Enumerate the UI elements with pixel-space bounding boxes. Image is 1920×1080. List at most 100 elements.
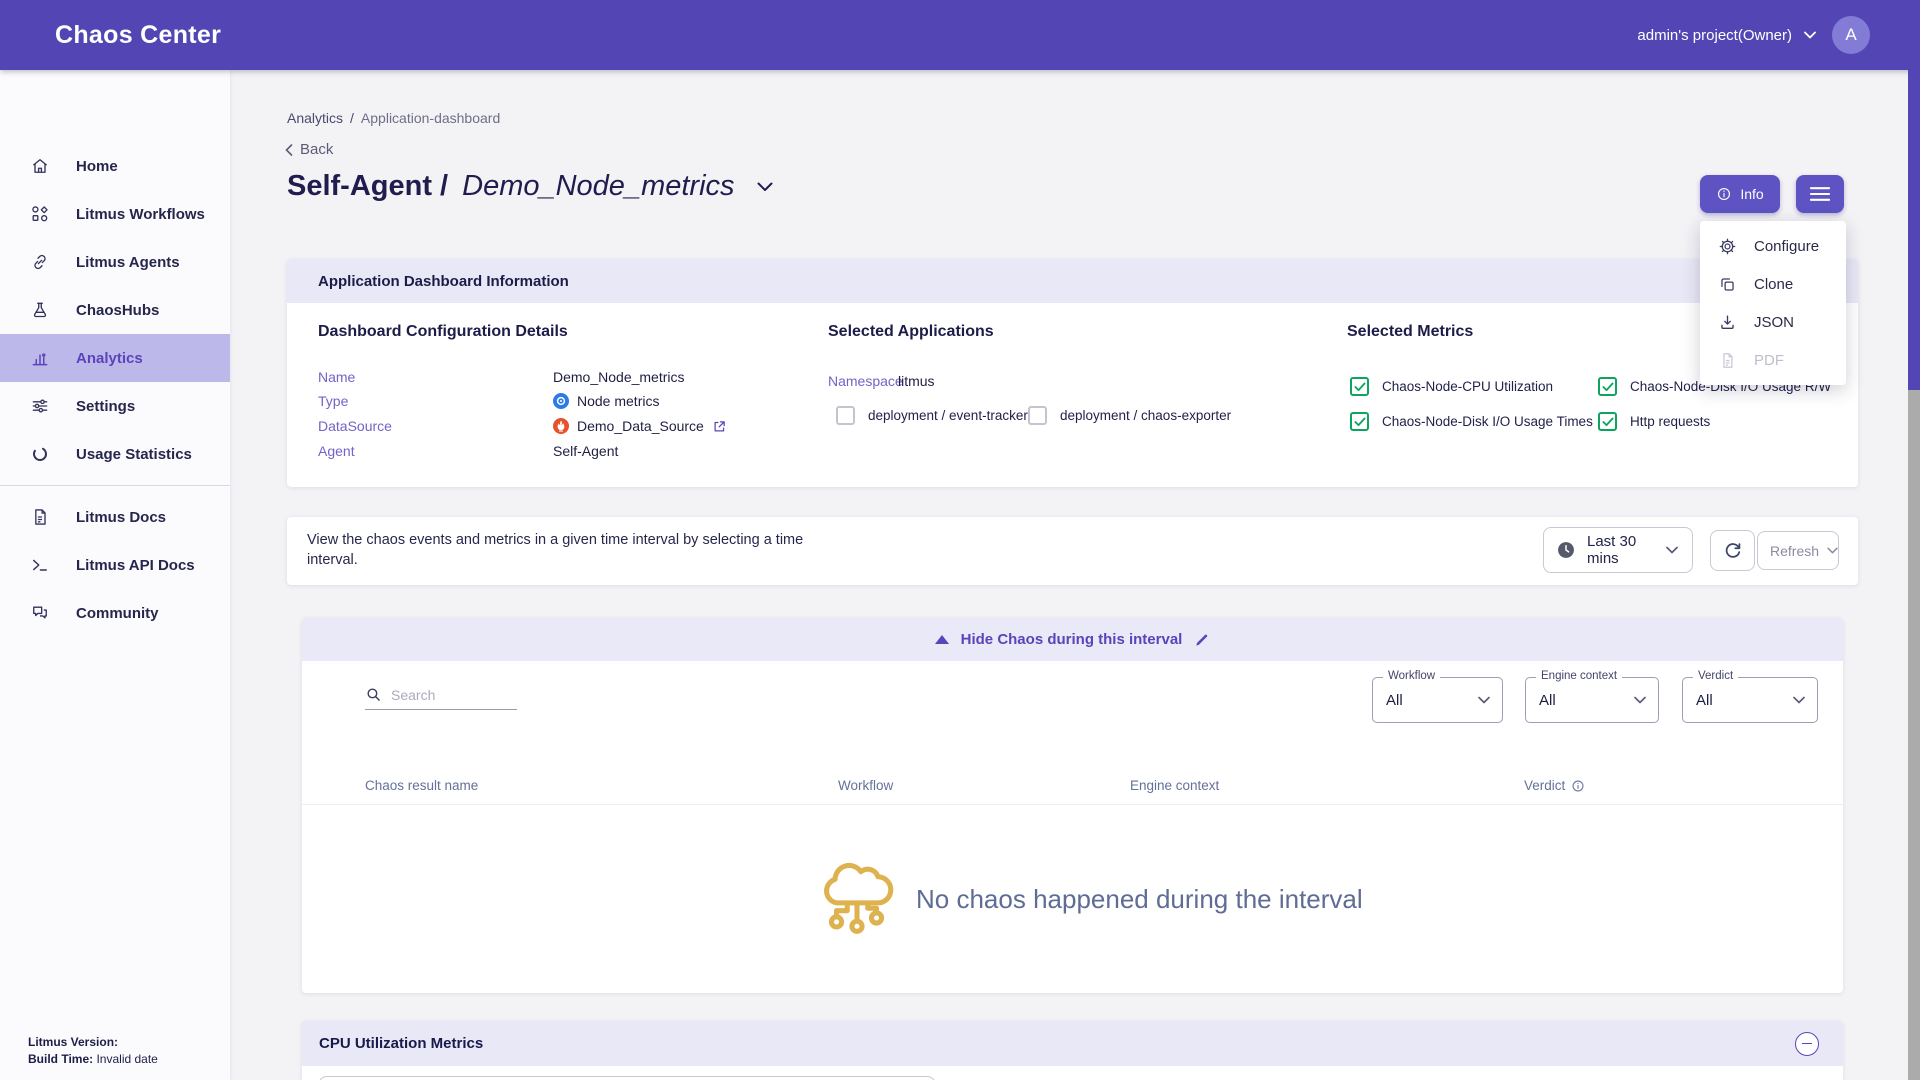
refresh-icon <box>1722 540 1744 562</box>
actions-dropdown-menu: Configure Clone JSON PDF <box>1700 221 1846 385</box>
sidebar-item-chaoshubs[interactable]: ChaosHubs <box>0 286 230 334</box>
application-checkbox-row: deployment / chaos-exporter <box>1028 406 1231 425</box>
version-info: Litmus Version: Build Time: Invalid date <box>28 1034 158 1068</box>
sidebar-item-litmus-workflows[interactable]: Litmus Workflows <box>0 190 230 238</box>
cpu-panel-header: CPU Utilization Metrics <box>302 1021 1843 1066</box>
agents-icon <box>30 252 50 272</box>
sidebar-divider <box>0 485 230 486</box>
clock-icon <box>1556 540 1576 560</box>
chevron-down-icon <box>1827 547 1838 554</box>
pencil-icon[interactable] <box>1194 632 1210 648</box>
engine-context-filter-select[interactable]: Engine context All <box>1525 677 1659 723</box>
checkbox-checked[interactable] <box>1350 377 1369 396</box>
table-header-row: Chaos result name Workflow Engine contex… <box>302 770 1843 804</box>
sidebar-item-label: Analytics <box>76 350 143 367</box>
sidebar-item-label: Litmus API Docs <box>76 557 195 574</box>
chevron-down-icon <box>1666 546 1678 554</box>
checkbox-checked[interactable] <box>1350 412 1369 431</box>
prometheus-icon <box>553 418 569 434</box>
column-verdict-label: Verdict <box>1524 778 1565 793</box>
breadcrumb-analytics[interactable]: Analytics <box>287 110 343 126</box>
scrollbar-thumb[interactable] <box>1908 70 1920 390</box>
checkbox-unchecked[interactable] <box>836 406 855 425</box>
sidebar-item-label: Home <box>76 158 118 175</box>
menu-item-clone[interactable]: Clone <box>1700 265 1846 303</box>
project-switcher[interactable]: admin's project(Owner) <box>1637 27 1816 44</box>
back-button[interactable]: Back <box>285 141 333 158</box>
chevron-down-icon <box>1804 31 1816 39</box>
chevron-down-icon <box>1793 696 1805 704</box>
sidebar-item-settings[interactable]: Settings <box>0 382 230 430</box>
verdict-filter-select[interactable]: Verdict All <box>1682 677 1818 723</box>
docs-icon <box>30 507 50 527</box>
checkbox-checked[interactable] <box>1598 412 1617 431</box>
hide-chaos-label: Hide Chaos during this interval <box>961 631 1183 648</box>
config-label: Name <box>318 369 553 385</box>
metric-checkbox-label: Chaos-Node-CPU Utilization <box>1382 379 1553 394</box>
cpu-utilization-panel: CPU Utilization Metrics <box>302 1021 1843 1080</box>
table-header-divider <box>302 804 1843 805</box>
dashboard-name: Demo_Node_metrics <box>462 170 734 203</box>
menu-item-pdf[interactable]: PDF <box>1700 341 1846 379</box>
info-circle-icon[interactable] <box>1571 779 1585 793</box>
dashboard-info-title: Application Dashboard Information <box>318 273 569 290</box>
node-metrics-icon <box>553 393 569 409</box>
sidebar-item-label: Settings <box>76 398 135 415</box>
interval-description: View the chaos events and metrics in a g… <box>307 530 847 570</box>
namespace-label: Namespace <box>828 373 898 389</box>
chaos-center-app: Chaos Center admin's project(Owner) A Ho… <box>0 0 1920 1080</box>
config-row-agent: Agent Self-Agent <box>318 439 798 463</box>
filter-label: Workflow <box>1383 670 1440 682</box>
namespace-row: Namespace litmus <box>828 369 1228 393</box>
config-label: Agent <box>318 443 553 459</box>
sidebar-item-usage-statistics[interactable]: Usage Statistics <box>0 430 230 478</box>
search-input[interactable] <box>391 687 501 703</box>
time-range-select[interactable]: Last 30 mins <box>1543 527 1693 573</box>
menu-item-json[interactable]: JSON <box>1700 303 1846 341</box>
chaos-cloud-icon <box>818 858 896 940</box>
more-actions-button[interactable] <box>1796 175 1844 213</box>
menu-item-configure[interactable]: Configure <box>1700 227 1846 265</box>
config-value: Self-Agent <box>553 443 618 459</box>
sidebar-item-litmus-agents[interactable]: Litmus Agents <box>0 238 230 286</box>
chevron-left-icon <box>285 144 293 156</box>
workflow-filter-select[interactable]: Workflow All <box>1372 677 1503 723</box>
build-time-label: Build Time: <box>28 1052 93 1066</box>
chaoshubs-icon <box>30 300 50 320</box>
refresh-interval-select[interactable]: Refresh <box>1757 531 1839 570</box>
checkbox-checked[interactable] <box>1598 377 1617 396</box>
selected-applications-title: Selected Applications <box>828 323 994 341</box>
sidebar: Home Litmus Workflows Litmus Agents Chao… <box>0 70 230 1080</box>
sidebar-item-label: Usage Statistics <box>76 446 192 463</box>
sidebar-item-community[interactable]: Community <box>0 589 230 637</box>
title-chevron-down-icon[interactable] <box>757 182 773 192</box>
hide-chaos-toggle[interactable]: Hide Chaos during this interval <box>302 618 1843 661</box>
avatar[interactable]: A <box>1832 16 1870 54</box>
page-scrollbar[interactable] <box>1908 70 1920 1080</box>
sidebar-item-litmus-docs[interactable]: Litmus Docs <box>0 493 230 541</box>
home-icon <box>30 156 50 176</box>
header-right: admin's project(Owner) A <box>1637 16 1870 54</box>
sidebar-item-label: Litmus Workflows <box>76 206 205 223</box>
refresh-button[interactable] <box>1710 530 1755 571</box>
cpu-chart-placeholder <box>318 1076 936 1080</box>
collapse-minus-icon[interactable] <box>1795 1032 1819 1056</box>
menu-item-label: Configure <box>1754 238 1819 255</box>
checkbox-unchecked[interactable] <box>1028 406 1047 425</box>
sidebar-item-analytics[interactable]: Analytics <box>0 334 230 382</box>
breadcrumb-current: Application-dashboard <box>361 110 500 126</box>
cpu-panel-title: CPU Utilization Metrics <box>319 1035 483 1052</box>
filter-value: All <box>1696 692 1713 709</box>
column-verdict: Verdict <box>1524 778 1585 793</box>
info-icon <box>1716 186 1732 202</box>
litmus-version-label: Litmus Version: <box>28 1035 118 1049</box>
page-title: Self-Agent / Demo_Node_metrics <box>287 170 773 203</box>
application-checkbox-row: deployment / event-tracker <box>836 406 1028 425</box>
external-link-icon[interactable] <box>712 419 727 434</box>
time-range-value: Last 30 mins <box>1587 533 1655 567</box>
info-button[interactable]: Info <box>1700 175 1780 213</box>
sidebar-item-home[interactable]: Home <box>0 142 230 190</box>
search-icon <box>365 686 382 703</box>
sidebar-item-label: Litmus Agents <box>76 254 180 271</box>
sidebar-item-litmus-api-docs[interactable]: Litmus API Docs <box>0 541 230 589</box>
